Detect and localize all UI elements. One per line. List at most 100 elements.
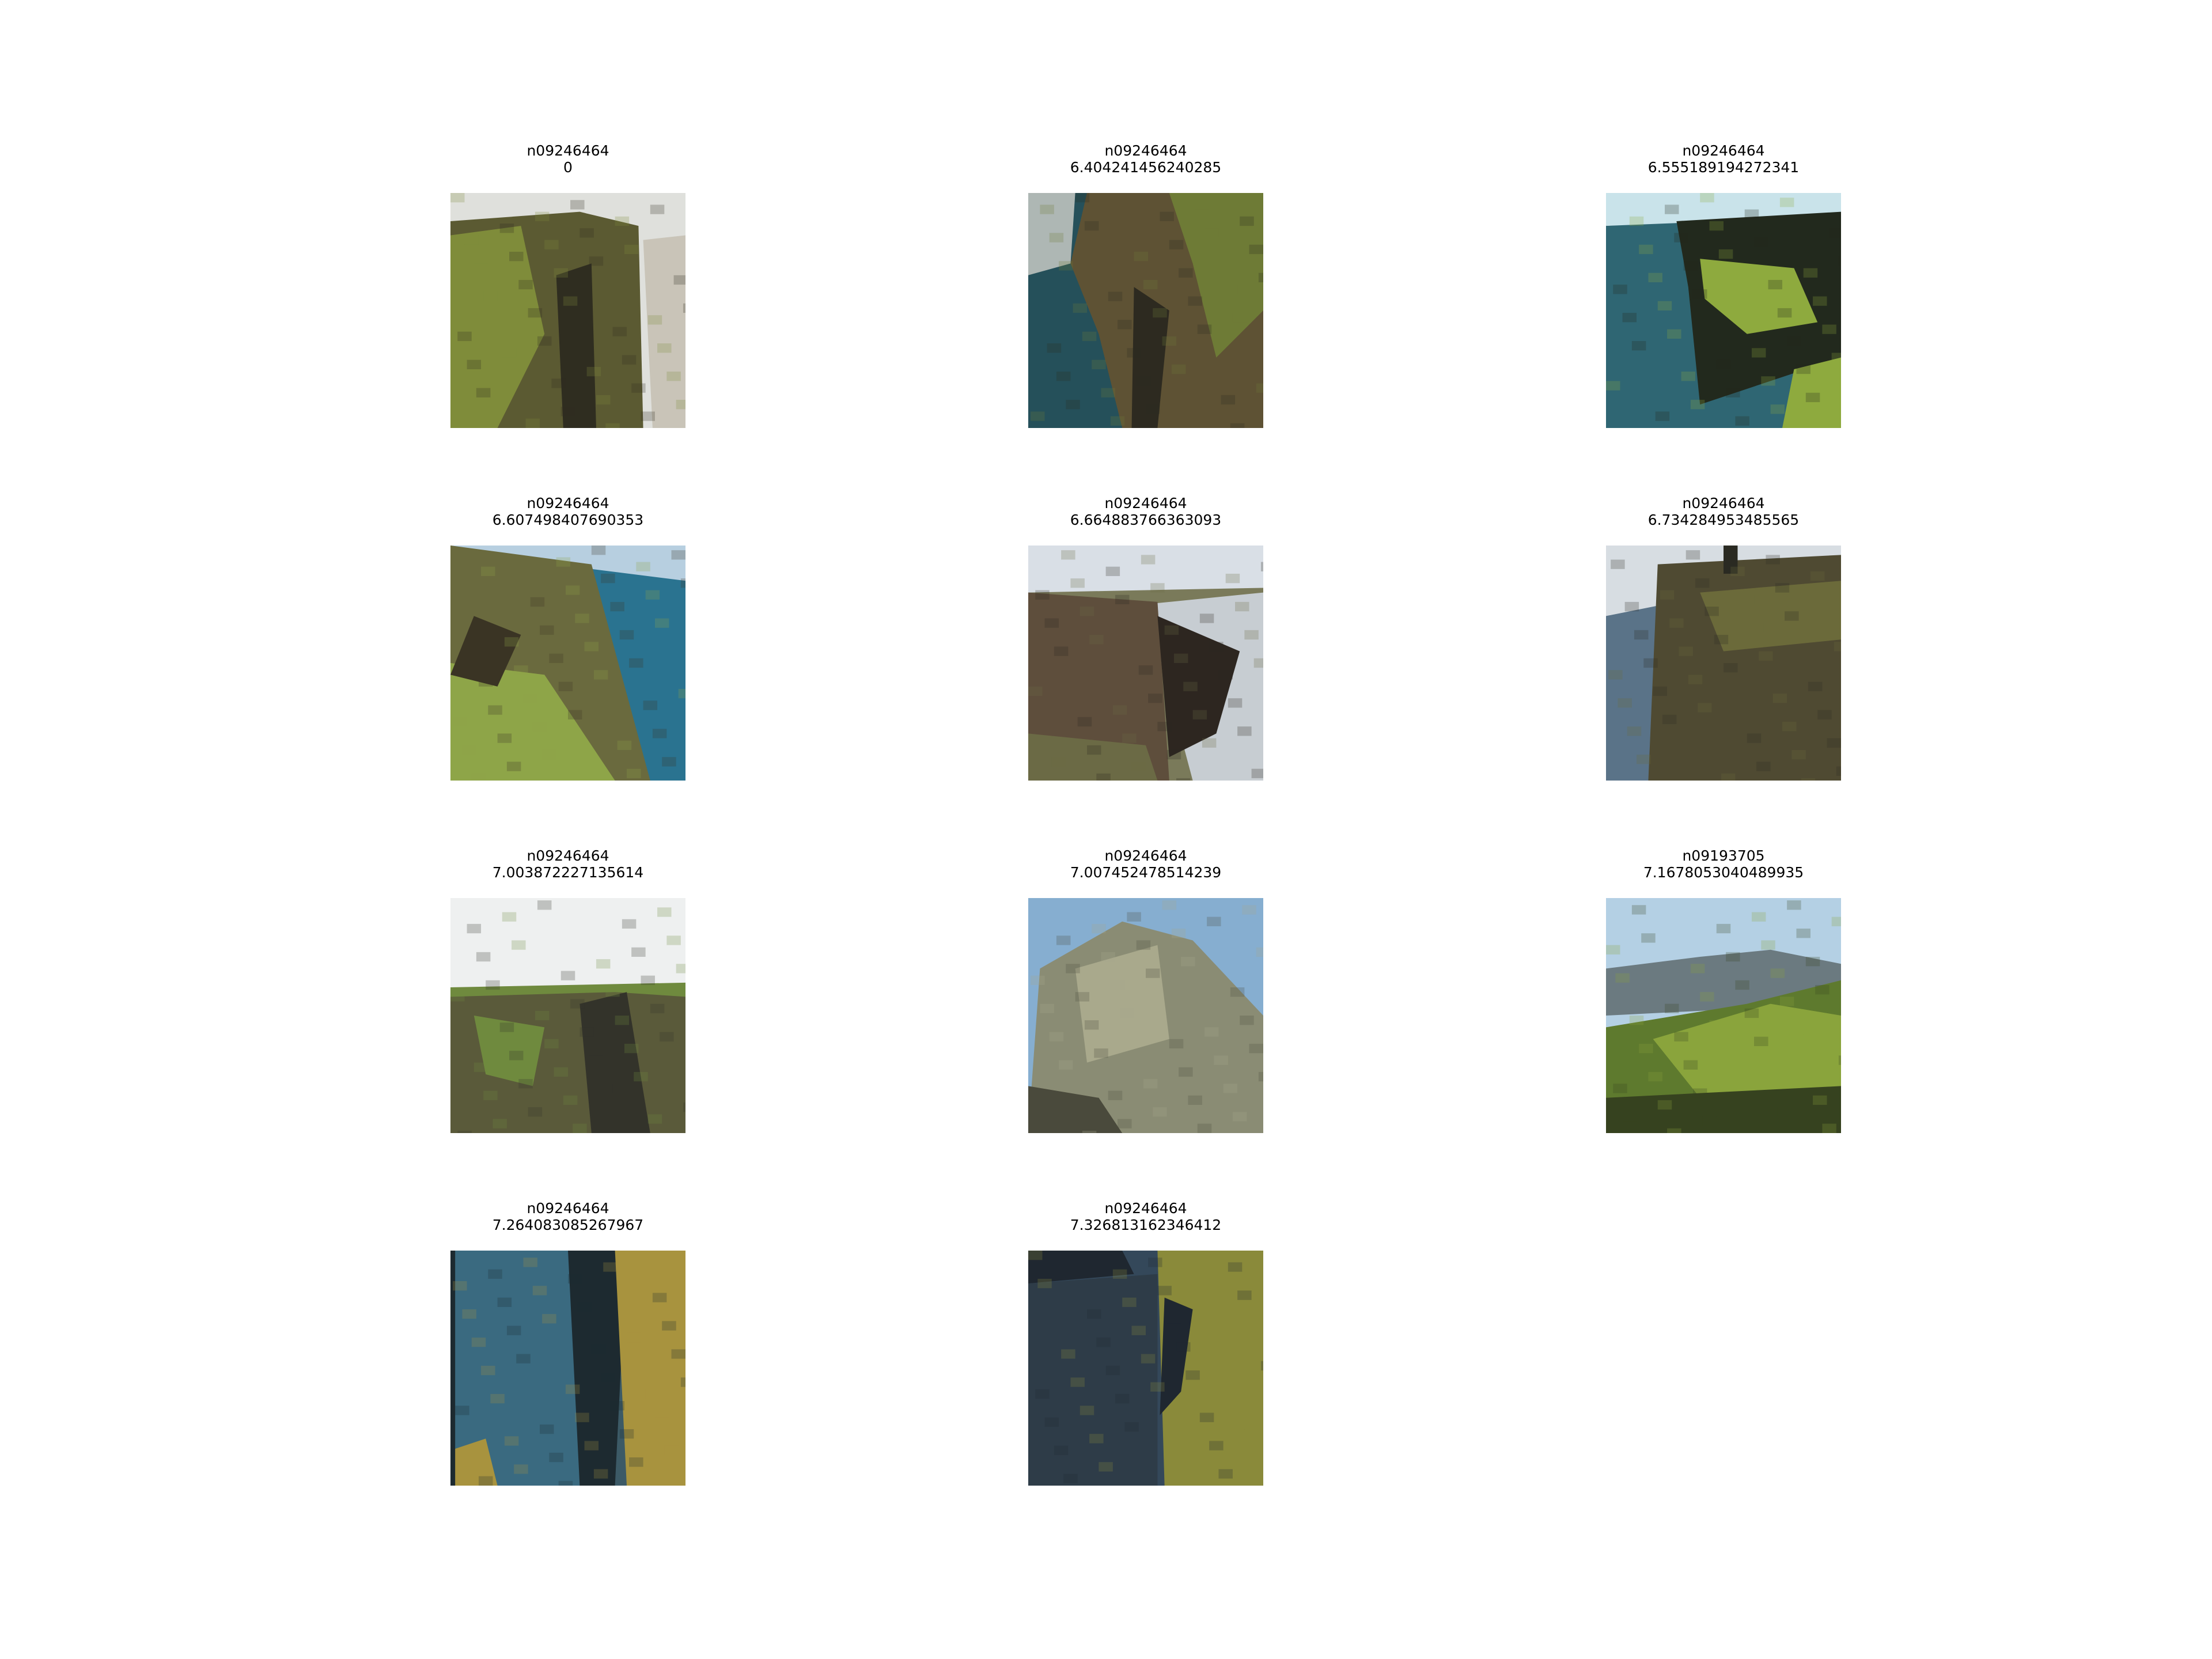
image-texture	[1089, 1434, 1104, 1444]
image-texture	[1770, 968, 1785, 978]
result-caption: n09246464 6.664883766363093	[971, 495, 1321, 528]
image-texture	[1256, 383, 1263, 393]
image-texture	[1169, 240, 1184, 249]
image-texture	[1242, 905, 1256, 915]
image-texture	[654, 1417, 669, 1427]
image-texture	[1258, 272, 1263, 283]
image-texture	[1150, 583, 1165, 593]
image-texture	[586, 366, 601, 377]
image-texture	[664, 1445, 679, 1455]
result-score: 7.326813162346412	[1070, 1217, 1222, 1233]
image-texture	[1230, 423, 1245, 428]
image-texture	[647, 315, 662, 325]
image-texture	[1613, 285, 1627, 294]
image-texture	[629, 658, 643, 668]
image-texture	[1768, 279, 1782, 290]
image-texture	[1662, 714, 1677, 725]
image-texture	[1028, 1251, 1043, 1260]
image-texture	[1056, 935, 1071, 945]
image-texture	[1179, 1067, 1193, 1077]
image-texture	[1181, 957, 1195, 967]
image-texture	[680, 578, 685, 588]
image-texture	[1099, 1462, 1113, 1472]
image-texture	[666, 372, 681, 381]
image-texture	[544, 240, 559, 249]
result-score: 6.404241456240285	[1070, 159, 1222, 176]
image-texture	[652, 729, 667, 738]
image-texture	[629, 1457, 643, 1467]
image-texture	[1714, 635, 1729, 645]
image-texture	[1639, 1043, 1653, 1054]
image-texture	[544, 1039, 559, 1049]
image-texture	[1124, 1422, 1139, 1432]
image-texture	[1228, 1262, 1243, 1272]
image-texture	[1169, 1039, 1184, 1049]
image-texture	[1035, 590, 1050, 600]
image-texture	[1827, 738, 1841, 748]
image-texture	[1655, 411, 1670, 421]
image-texture	[1070, 1377, 1085, 1387]
result-image	[1606, 193, 1841, 428]
image-texture	[1779, 997, 1794, 1006]
image-texture	[1028, 686, 1043, 696]
image-texture	[1192, 1274, 1207, 1284]
image-texture	[1146, 404, 1160, 414]
image-texture	[1631, 341, 1646, 351]
image-texture	[570, 999, 585, 1009]
image-region	[556, 263, 596, 428]
image-texture	[575, 613, 589, 623]
image-texture	[504, 1436, 519, 1446]
image-texture	[568, 710, 582, 719]
image-texture	[1127, 912, 1141, 922]
image-texture	[1120, 1008, 1134, 1018]
image-texture	[471, 1337, 486, 1347]
image-texture	[615, 1016, 630, 1025]
image-texture	[1195, 200, 1210, 210]
image-texture	[1031, 411, 1045, 421]
image-texture	[1766, 555, 1780, 565]
result-image-graphic	[1028, 193, 1263, 428]
image-texture	[660, 1032, 674, 1041]
image-texture	[1112, 1269, 1127, 1279]
image-texture	[589, 1055, 604, 1065]
image-texture	[1817, 710, 1832, 719]
image-texture	[488, 1269, 502, 1279]
image-texture	[1031, 975, 1045, 985]
image-texture	[1199, 613, 1214, 623]
result-image	[1028, 1251, 1263, 1486]
image-texture	[650, 1003, 665, 1013]
result-image-graphic	[450, 193, 685, 428]
image-texture	[1118, 320, 1132, 329]
image-texture	[1232, 1112, 1247, 1122]
image-texture	[1700, 992, 1714, 1002]
image-texture	[1033, 1100, 1047, 1110]
image-texture	[1709, 221, 1724, 231]
image-texture	[1761, 376, 1775, 386]
image-texture	[1134, 252, 1149, 262]
image-texture	[1131, 1325, 1146, 1335]
image-texture	[1115, 594, 1130, 604]
image-texture	[1726, 952, 1740, 962]
image-texture	[599, 1084, 613, 1093]
image-texture	[1188, 1095, 1202, 1105]
image-texture	[1822, 1123, 1836, 1133]
image-texture	[683, 303, 685, 313]
result-score: 6.555189194272341	[1647, 159, 1800, 176]
image-texture	[645, 590, 660, 600]
image-texture	[457, 1130, 472, 1133]
image-texture	[1166, 749, 1181, 760]
image-texture	[483, 291, 498, 301]
image-texture	[1087, 745, 1101, 755]
image-texture	[1049, 1032, 1064, 1041]
image-texture	[612, 327, 627, 336]
image-texture	[1237, 726, 1252, 736]
result-label: n09246464	[1104, 142, 1187, 159]
image-texture	[1209, 1441, 1224, 1450]
image-texture	[1092, 923, 1106, 934]
image-texture	[570, 200, 585, 210]
image-texture	[1141, 1354, 1156, 1363]
image-texture	[1089, 635, 1104, 645]
image-texture	[518, 279, 533, 290]
image-texture	[1796, 929, 1810, 938]
image-texture	[584, 1441, 599, 1450]
